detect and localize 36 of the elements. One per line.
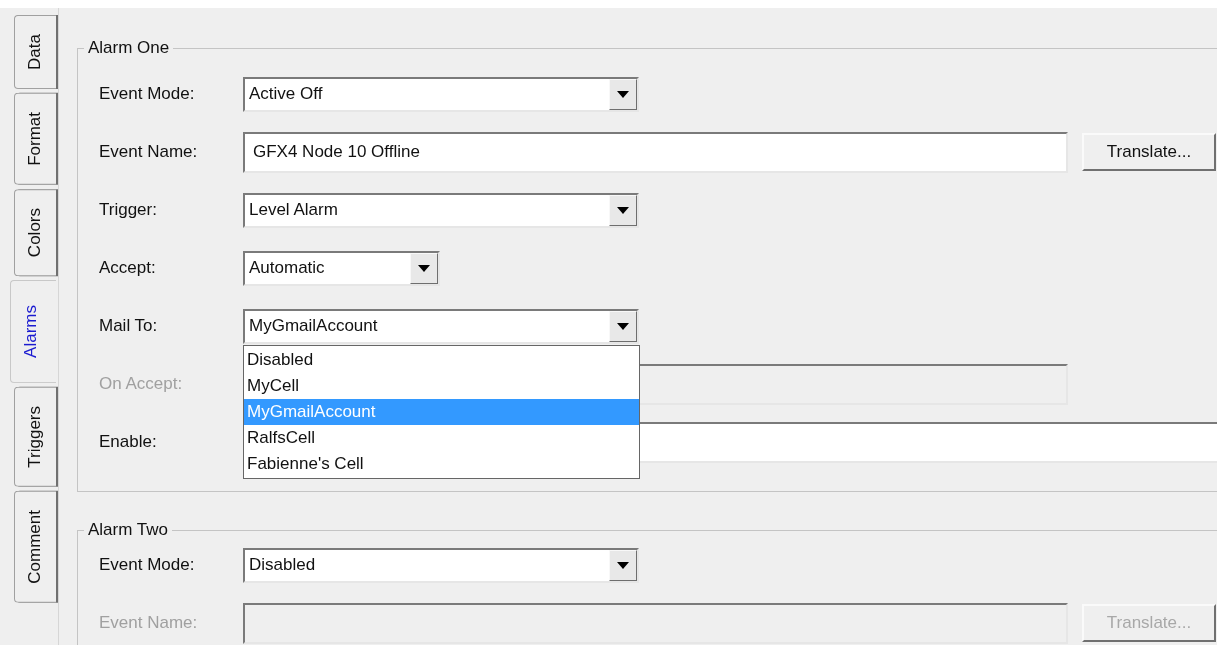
caret-icon: [617, 561, 629, 569]
dropdown-field[interactable]: MyGmailAccount: [243, 308, 639, 344]
field-label: Mail To:: [99, 315, 159, 338]
dropdown-field[interactable]: Automatic: [243, 250, 440, 286]
tab[interactable]: Colors: [14, 188, 56, 276]
dropdown-field[interactable]: Disabled: [243, 547, 639, 583]
field-label: On Accept:: [99, 373, 184, 396]
field-label: Enable:: [99, 431, 158, 454]
dropdown-button[interactable]: [609, 549, 637, 581]
field-label: Trigger:: [99, 199, 158, 222]
text-field[interactable]: GFX4 Node 10 Offline: [243, 131, 1068, 173]
dropdown-button[interactable]: [609, 194, 637, 226]
field-label: Event Mode:: [99, 554, 196, 577]
translate-button[interactable]: Translate...: [1082, 133, 1216, 171]
tab[interactable]: Data: [14, 15, 56, 89]
field-label: Event Name:: [99, 141, 199, 164]
field-label: Event Mode:: [99, 83, 196, 106]
dropdown-button[interactable]: [410, 252, 438, 284]
tab[interactable]: Alarms: [10, 279, 56, 383]
dropdown-field[interactable]: Active Off: [243, 76, 639, 112]
dropdown-button[interactable]: [609, 310, 637, 342]
field-label: Accept:: [99, 257, 157, 280]
caret-icon: [418, 264, 430, 272]
dropdown-option[interactable]: Fabienne's Cell: [244, 451, 639, 477]
caret-icon: [617, 206, 629, 214]
caret-icon: [617, 90, 629, 98]
dropdown-button[interactable]: [609, 78, 637, 110]
caret-icon: [617, 322, 629, 330]
dropdown-option[interactable]: MyCell: [244, 373, 639, 399]
tab[interactable]: Format: [14, 92, 56, 185]
dropdown-option[interactable]: RalfsCell: [244, 425, 639, 451]
field-label: Event Name:: [99, 612, 199, 635]
tab[interactable]: Comment: [14, 490, 56, 603]
dropdown-field[interactable]: Level Alarm: [243, 192, 639, 228]
tab[interactable]: Triggers: [14, 386, 56, 487]
dropdown-option[interactable]: Disabled: [244, 347, 639, 373]
